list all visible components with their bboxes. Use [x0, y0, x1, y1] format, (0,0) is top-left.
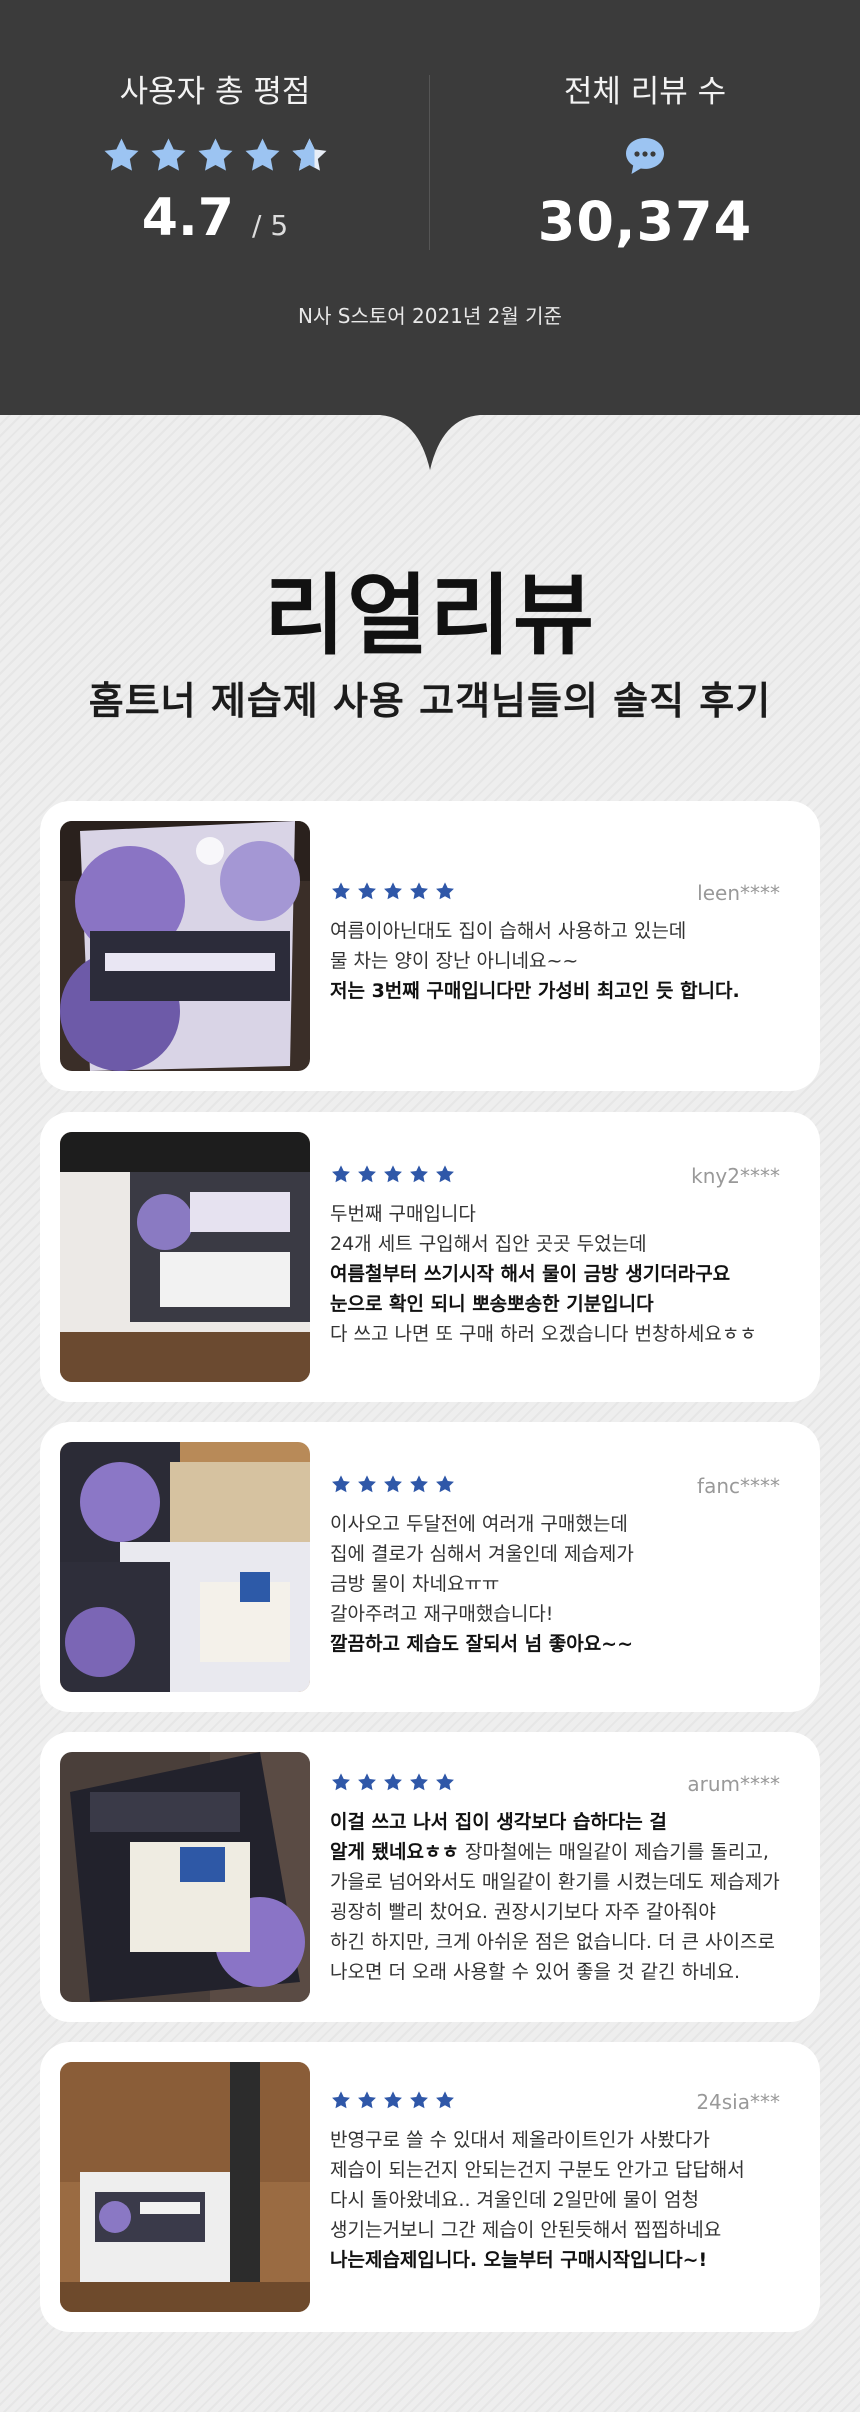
review-username: fanc****: [697, 1474, 780, 1498]
star-icon: [410, 1773, 428, 1791]
review-body: kny2**** 두번째 구매입니다 24개 세트 구입해서 집안 곳곳 두었는…: [330, 1164, 780, 1349]
review-body: leen**** 여름이아닌대도 집이 습해서 사용하고 있는데 물 차는 양이…: [330, 881, 780, 1006]
review-card: arum**** 이걸 쓰고 나서 집이 생각보다 습하다는 걸 알게 됐네요ㅎ…: [40, 1732, 820, 2022]
page-title: 리얼리뷰: [264, 564, 596, 667]
review-line: 다시 돌아왔네요.. 겨울인데 2일만에 물이 엄청: [330, 2189, 700, 2211]
rating-value: 4.7: [141, 188, 234, 248]
rating-stat: 사용자 총 평점 4.7 / 5: [0, 70, 430, 256]
star-icon: [104, 138, 138, 171]
star-icon: [436, 1773, 454, 1791]
review-card: 24sia*** 반영구로 쓸 수 있대서 제올라이트인가 사봤다가 제습이 되…: [40, 2042, 820, 2332]
review-line: 24개 세트 구입해서 집안 곳곳 두었는데: [330, 1233, 647, 1255]
review-line: 물 차는 양이 장난 아니네요~~: [330, 950, 579, 972]
review-line: 눈으로 확인 되니 뽀송뽀송한 기분입니다: [330, 1293, 654, 1315]
star-icon: [358, 1475, 376, 1493]
review-line: 이사오고 두달전에 여러개 구매했는데: [330, 1513, 628, 1535]
rating-title: 사용자 총 평점: [119, 74, 311, 110]
star-icon: [384, 2091, 402, 2109]
review-line: 나오면 더 오래 사용할 수 있어 좋을 것 같긴 하네요.: [330, 1961, 740, 1983]
review-line: 제습이 되는건지 안되는건지 구분도 안가고 답답해서: [330, 2159, 745, 2181]
review-text: 반영구로 쓸 수 있대서 제올라이트인가 사봤다가 제습이 되는건지 안되는건지…: [330, 2125, 780, 2275]
star-icon: [151, 138, 185, 171]
review-photo: [60, 1442, 310, 1692]
review-line: 이걸 쓰고 나서 집이 생각보다 습하다는 걸: [330, 1811, 667, 1833]
review-line: 하긴 하지만, 크게 아쉬운 점은 없습니다. 더 큰 사이즈로: [330, 1931, 775, 1953]
rating-max: / 5: [252, 209, 289, 242]
star-icon: [384, 1165, 402, 1183]
review-text: 이걸 쓰고 나서 집이 생각보다 습하다는 걸 알게 됐네요ㅎㅎ 장마철에는 매…: [330, 1807, 780, 1987]
review-line: 다 쓰고 나면 또 구매 하러 오겠습니다 번창하세요ㅎㅎ: [330, 1323, 757, 1345]
star-icon: [332, 1475, 350, 1493]
review-photo: [60, 1132, 310, 1382]
star-icon: [245, 138, 279, 171]
reviews-title: 전체 리뷰 수: [563, 74, 727, 110]
star-icon: [358, 1165, 376, 1183]
review-line: 저는 3번째 구매입니다만 가성비 최고인 듯 합니다.: [330, 980, 740, 1002]
review-line: 금방 물이 차네요ㅠㅠ: [330, 1573, 500, 1595]
star-icon: [332, 2091, 350, 2109]
rating-value-row: 4.7 / 5: [0, 188, 430, 256]
basis-note: N사 S스토어 2021년 2월 기준: [298, 304, 562, 328]
review-line: 깔끔하고 제습도 잘되서 넘 좋아요~~: [330, 1633, 634, 1655]
review-username: kny2****: [691, 1164, 780, 1188]
review-line: 두번째 구매입니다: [330, 1203, 476, 1225]
star-icon: [436, 1475, 454, 1493]
review-card: leen**** 여름이아닌대도 집이 습해서 사용하고 있는데 물 차는 양이…: [40, 801, 820, 1091]
star-icon: [384, 1475, 402, 1493]
star-icon: [332, 1165, 350, 1183]
review-line: 생기는거보니 그간 제습이 안된듯해서 찝찝하네요: [330, 2219, 722, 2241]
review-line: 집에 결로가 심해서 겨울인데 제습제가: [330, 1543, 634, 1565]
review-line-rest: 장마철에는 매일같이 제습기를 돌리고,: [458, 1841, 769, 1863]
review-body: 24sia*** 반영구로 쓸 수 있대서 제올라이트인가 사봤다가 제습이 되…: [330, 2090, 780, 2275]
star-icon: [384, 1773, 402, 1791]
star-icon: [436, 1165, 454, 1183]
review-body: fanc**** 이사오고 두달전에 여러개 구매했는데 집에 결로가 심해서 …: [330, 1474, 780, 1659]
section-separator: [0, 400, 860, 470]
review-text: 이사오고 두달전에 여러개 구매했는데 집에 결로가 심해서 겨울인데 제습제가…: [330, 1509, 780, 1659]
star-icon: [410, 2091, 428, 2109]
review-username: 24sia***: [696, 2090, 780, 2114]
star-icon: [410, 1475, 428, 1493]
review-line: 알게 됐네요ㅎㅎ 장마철에는 매일같이 제습기를 돌리고,: [330, 1837, 780, 1867]
review-body: arum**** 이걸 쓰고 나서 집이 생각보다 습하다는 걸 알게 됐네요ㅎ…: [330, 1772, 780, 1987]
page-subtitle: 홈트너 제습제 사용 고객님들의 솔직 후기: [88, 679, 772, 723]
star-icon: [358, 2091, 376, 2109]
review-line: 반영구로 쓸 수 있대서 제올라이트인가 사봤다가: [330, 2129, 710, 2151]
review-text: 여름이아닌대도 집이 습해서 사용하고 있는데 물 차는 양이 장난 아니네요~…: [330, 916, 780, 1006]
star-icon: [358, 1773, 376, 1791]
star-icon: [410, 1165, 428, 1183]
half-star-icon: [292, 138, 326, 171]
review-line: 여름이아닌대도 집이 습해서 사용하고 있는데: [330, 920, 687, 942]
review-line: 여름철부터 쓰기시작 해서 물이 금방 생기더라구요: [330, 1263, 731, 1285]
star-icon: [332, 882, 350, 900]
rating-stars: [0, 136, 430, 176]
star-icon: [198, 138, 232, 171]
review-text: 두번째 구매입니다 24개 세트 구입해서 집안 곳곳 두었는데 여름철부터 쓰…: [330, 1199, 780, 1349]
review-photo: [60, 821, 310, 1071]
star-icon: [436, 882, 454, 900]
review-line-bold: 알게 됐네요ㅎㅎ: [330, 1841, 459, 1863]
star-icon: [410, 882, 428, 900]
reviews-count: 30,374: [537, 190, 753, 253]
rating-summary: 사용자 총 평점 4.7 / 5 전체 리뷰 수 30,374 N사 S스토어: [0, 0, 860, 415]
review-username: leen****: [697, 881, 780, 905]
star-icon: [332, 1773, 350, 1791]
star-icon: [358, 882, 376, 900]
reviews-stat: 전체 리뷰 수 30,374: [430, 70, 860, 252]
review-photo: [60, 2062, 310, 2312]
review-photo: [60, 1752, 310, 2002]
chat-bubble-icon: [626, 138, 664, 174]
review-username: arum****: [687, 1772, 780, 1796]
review-line: 갈아주려고 재구매했습니다!: [330, 1603, 554, 1625]
review-line: 나는제습제입니다. 오늘부터 구매시작입니다~!: [330, 2249, 708, 2271]
review-card: fanc**** 이사오고 두달전에 여러개 구매했는데 집에 결로가 심해서 …: [40, 1422, 820, 1712]
star-icon: [436, 2091, 454, 2109]
review-line: 굉장히 빨리 찼어요. 권장시기보다 자주 갈아줘야: [330, 1901, 716, 1923]
star-icon: [384, 882, 402, 900]
review-card: kny2**** 두번째 구매입니다 24개 세트 구입해서 집안 곳곳 두었는…: [40, 1112, 820, 1402]
review-line: 가을로 넘어와서도 매일같이 환기를 시켰는데도 제습제가: [330, 1871, 780, 1893]
